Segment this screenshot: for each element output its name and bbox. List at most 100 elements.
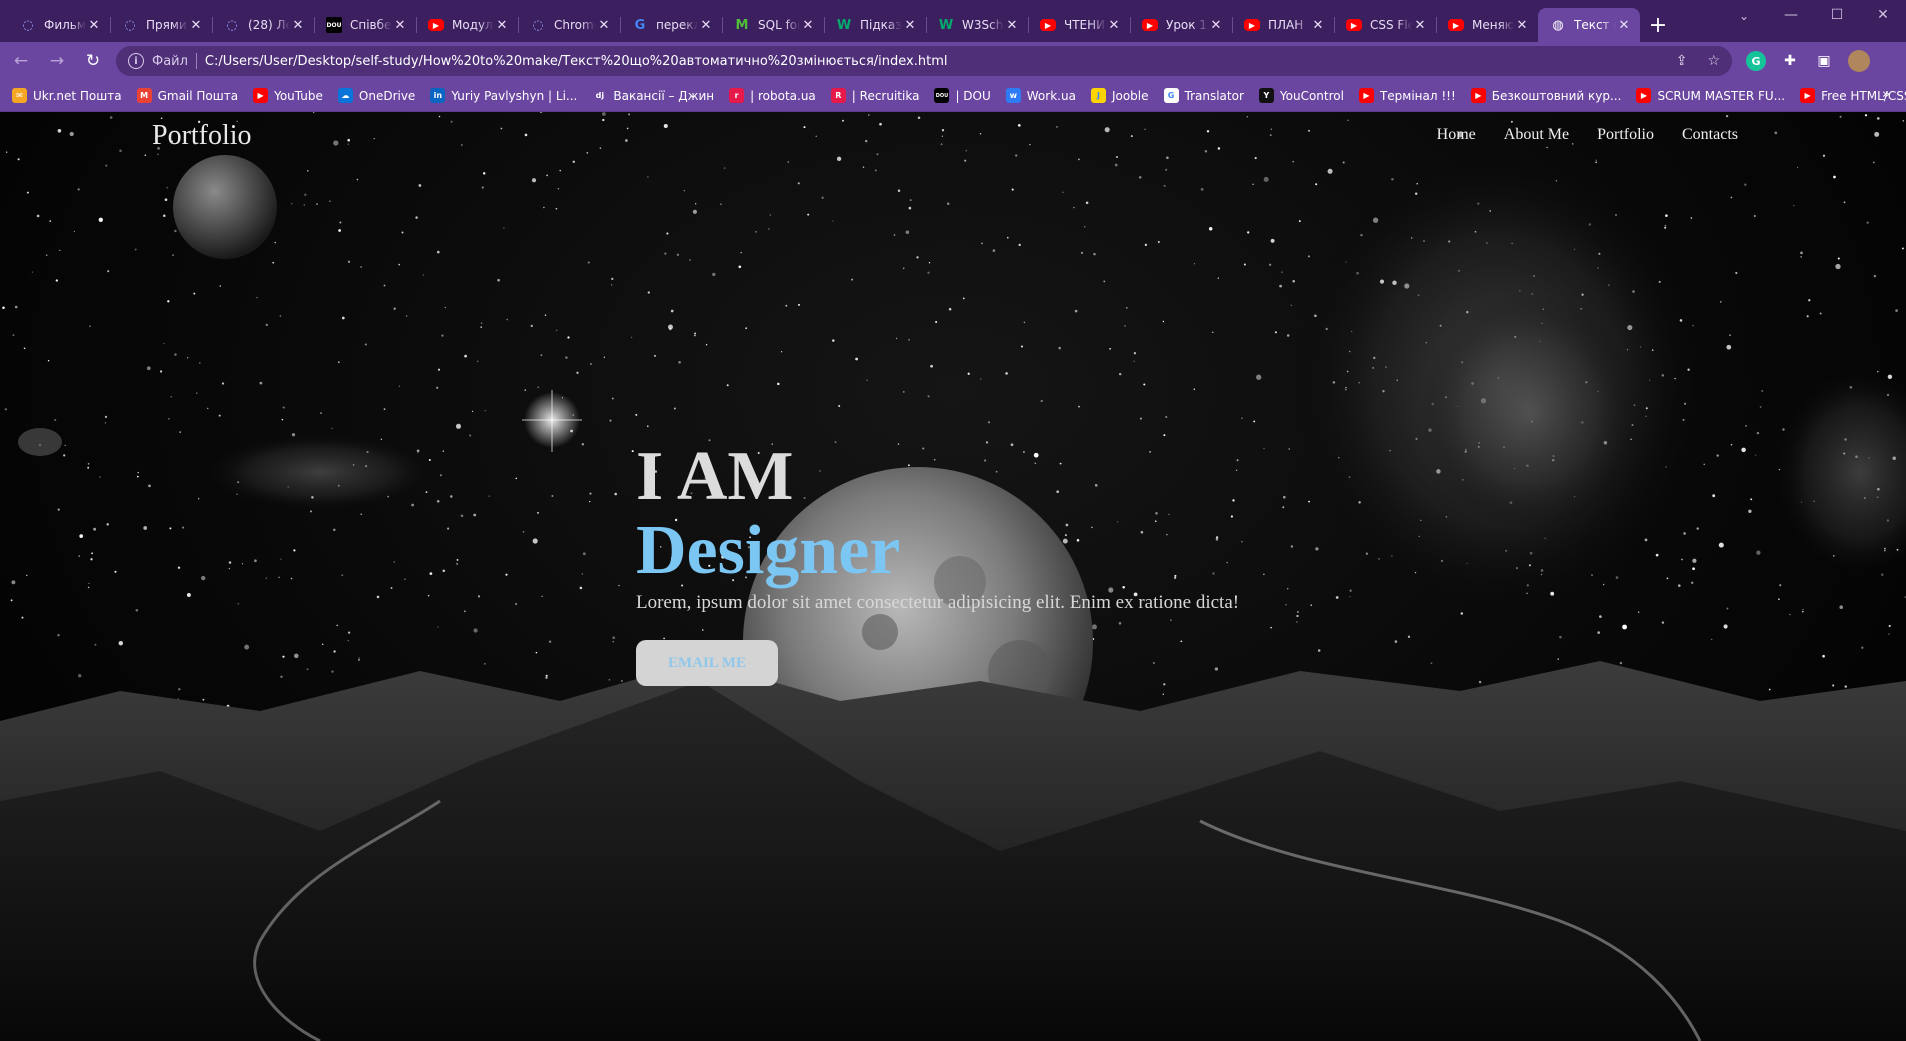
bookmark-item[interactable]: in Yuriy Pavlyshyn | Li... bbox=[430, 88, 577, 103]
tab-close-icon[interactable]: ✕ bbox=[698, 18, 714, 33]
bookmark-item[interactable]: w Work.ua bbox=[1005, 88, 1076, 103]
back-icon[interactable]: ← bbox=[6, 46, 36, 76]
browser-tab[interactable]: Gпереклад✕ bbox=[620, 8, 722, 42]
star bbox=[1241, 417, 1243, 419]
star bbox=[712, 272, 716, 277]
browser-tab[interactable]: M SQL for ✕ bbox=[722, 8, 824, 42]
bookmark-star-icon[interactable]: ☆ bbox=[1707, 53, 1720, 69]
hero-description: Lorem, ipsum dolor sit amet consectetur … bbox=[636, 592, 1240, 613]
star bbox=[360, 266, 362, 268]
tab-search-icon[interactable]: ⌄ bbox=[1730, 4, 1758, 28]
bookmark-item[interactable]: ▶ Free HTML/CSS bbox=[1800, 88, 1906, 103]
browser-tab[interactable]: W Підказки✕ bbox=[824, 8, 926, 42]
tab-close-icon[interactable]: ✕ bbox=[1412, 18, 1428, 33]
nav-link-portfolio[interactable]: Portfolio bbox=[1597, 126, 1654, 144]
browser-tab[interactable]: ▶ ПЛАН ✕ bbox=[1232, 8, 1334, 42]
new-tab-button[interactable]: + bbox=[1640, 8, 1676, 42]
browser-tab[interactable]: ◌ (28) Лекц✕ bbox=[212, 8, 314, 42]
bookmark-item[interactable]: r | robota.ua bbox=[729, 88, 816, 103]
tab-close-icon[interactable]: ✕ bbox=[1616, 18, 1632, 33]
star bbox=[1143, 383, 1146, 386]
bookmarks-more-icon[interactable]: » bbox=[1882, 87, 1890, 102]
bookmark-item[interactable]: ▶ Безкоштовний кур... bbox=[1470, 88, 1621, 103]
tab-close-icon[interactable]: ✕ bbox=[1106, 18, 1122, 33]
star bbox=[612, 636, 616, 640]
address-bar[interactable]: i Файл C:/Users/User/Desktop/self-study/… bbox=[116, 46, 1732, 76]
star bbox=[1718, 542, 1724, 548]
tab-close-icon[interactable]: ✕ bbox=[188, 18, 204, 33]
side-panel-icon[interactable]: ▣ bbox=[1814, 51, 1834, 71]
bookmark-item[interactable]: M Gmail Пошта bbox=[136, 88, 238, 103]
star bbox=[555, 207, 558, 210]
browser-tab[interactable]: ◌ Chrome✕ bbox=[518, 8, 620, 42]
browser-tab[interactable]: ◍ Текст що✕ bbox=[1538, 8, 1640, 42]
tab-close-icon[interactable]: ✕ bbox=[1004, 18, 1020, 33]
bookmark-favicon-icon: ▶ bbox=[1636, 88, 1652, 103]
forward-icon[interactable]: → bbox=[42, 46, 72, 76]
nav-link-contacts[interactable]: Contacts bbox=[1682, 126, 1738, 144]
star bbox=[99, 476, 101, 478]
tab-close-icon[interactable]: ✕ bbox=[86, 18, 102, 33]
bookmark-item[interactable]: ▶ Термінал !!! bbox=[1358, 88, 1456, 103]
nav-link-home[interactable]: Home bbox=[1437, 126, 1476, 144]
address-url[interactable]: C:/Users/User/Desktop/self-study/How%20t… bbox=[205, 54, 948, 69]
star bbox=[134, 248, 137, 251]
bookmark-item[interactable]: J Jooble bbox=[1090, 88, 1149, 103]
star bbox=[1109, 347, 1111, 350]
tab-close-icon[interactable]: ✕ bbox=[392, 18, 408, 33]
reload-icon[interactable]: ↻ bbox=[78, 46, 108, 76]
browser-tab[interactable]: ▶ CSS Flex✕ bbox=[1334, 8, 1436, 42]
bookmark-item[interactable]: ☁ OneDrive bbox=[337, 88, 415, 103]
star bbox=[10, 599, 13, 602]
info-icon[interactable]: i bbox=[128, 53, 144, 69]
minimize-icon[interactable]: — bbox=[1768, 0, 1814, 30]
tab-close-icon[interactable]: ✕ bbox=[290, 18, 306, 33]
email-me-button[interactable]: EMAIL ME bbox=[636, 640, 778, 686]
browser-tab[interactable]: ▶ ЧТЕНИЕ✕ bbox=[1028, 8, 1130, 42]
profile-avatar[interactable] bbox=[1848, 50, 1870, 72]
tab-close-icon[interactable]: ✕ bbox=[902, 18, 918, 33]
site-logo[interactable]: Portfolio bbox=[152, 120, 252, 152]
star bbox=[676, 253, 680, 257]
bookmark-item[interactable]: dj Вакансії – Джин bbox=[592, 88, 714, 103]
browser-tab[interactable]: ◌ Фильмы✕ bbox=[8, 8, 110, 42]
star bbox=[666, 232, 669, 235]
bookmark-item[interactable]: G Translator bbox=[1163, 88, 1244, 103]
tab-close-icon[interactable]: ✕ bbox=[1310, 18, 1326, 33]
browser-tab[interactable]: ▶ Модулі ✕ bbox=[416, 8, 518, 42]
star bbox=[1888, 624, 1891, 628]
tab-close-icon[interactable]: ✕ bbox=[494, 18, 510, 33]
browser-tab[interactable]: ▶ Меняю ✕ bbox=[1436, 8, 1538, 42]
browser-tab[interactable]: ◌ Прямий✕ bbox=[110, 8, 212, 42]
browser-tab[interactable]: ▶ Урок 1 ✕ bbox=[1130, 8, 1232, 42]
bookmark-item[interactable]: ▶ SCRUM MASTER FU... bbox=[1636, 88, 1785, 103]
maximize-icon[interactable]: ☐ bbox=[1814, 0, 1860, 30]
star bbox=[207, 407, 209, 410]
bookmark-label: Термінал !!! bbox=[1379, 88, 1456, 103]
star bbox=[1741, 447, 1746, 453]
bookmark-item[interactable]: R | Recruitika bbox=[830, 88, 919, 103]
bookmark-item[interactable]: ✉ Ukr.net Пошта bbox=[12, 88, 122, 103]
grammarly-icon[interactable]: G bbox=[1746, 51, 1766, 71]
star bbox=[1074, 309, 1078, 313]
star bbox=[1290, 545, 1294, 548]
tab-close-icon[interactable]: ✕ bbox=[596, 18, 612, 33]
browser-tab[interactable]: DOU Співбесіда✕ bbox=[314, 8, 416, 42]
bookmark-item[interactable]: Y YouControl bbox=[1258, 88, 1344, 103]
tab-close-icon[interactable]: ✕ bbox=[1514, 18, 1530, 33]
share-icon[interactable]: ⇪ bbox=[1676, 53, 1688, 69]
loading-icon: ◌ bbox=[22, 17, 34, 33]
star bbox=[1802, 608, 1804, 611]
browser-tab[interactable]: W W3Schools✕ bbox=[926, 8, 1028, 42]
extensions-icon[interactable]: ✚ bbox=[1780, 51, 1800, 71]
bookmark-favicon-icon: in bbox=[430, 88, 446, 103]
tab-close-icon[interactable]: ✕ bbox=[1208, 18, 1224, 33]
star bbox=[785, 304, 788, 307]
nav-link-about-me[interactable]: About Me bbox=[1504, 126, 1569, 144]
bookmark-item[interactable]: DOU | DOU bbox=[934, 88, 991, 103]
tab-close-icon[interactable]: ✕ bbox=[800, 18, 816, 33]
close-window-icon[interactable]: ✕ bbox=[1860, 0, 1906, 30]
star bbox=[482, 172, 486, 175]
bookmark-item[interactable]: ▶ YouTube bbox=[253, 88, 323, 103]
star bbox=[21, 616, 24, 619]
